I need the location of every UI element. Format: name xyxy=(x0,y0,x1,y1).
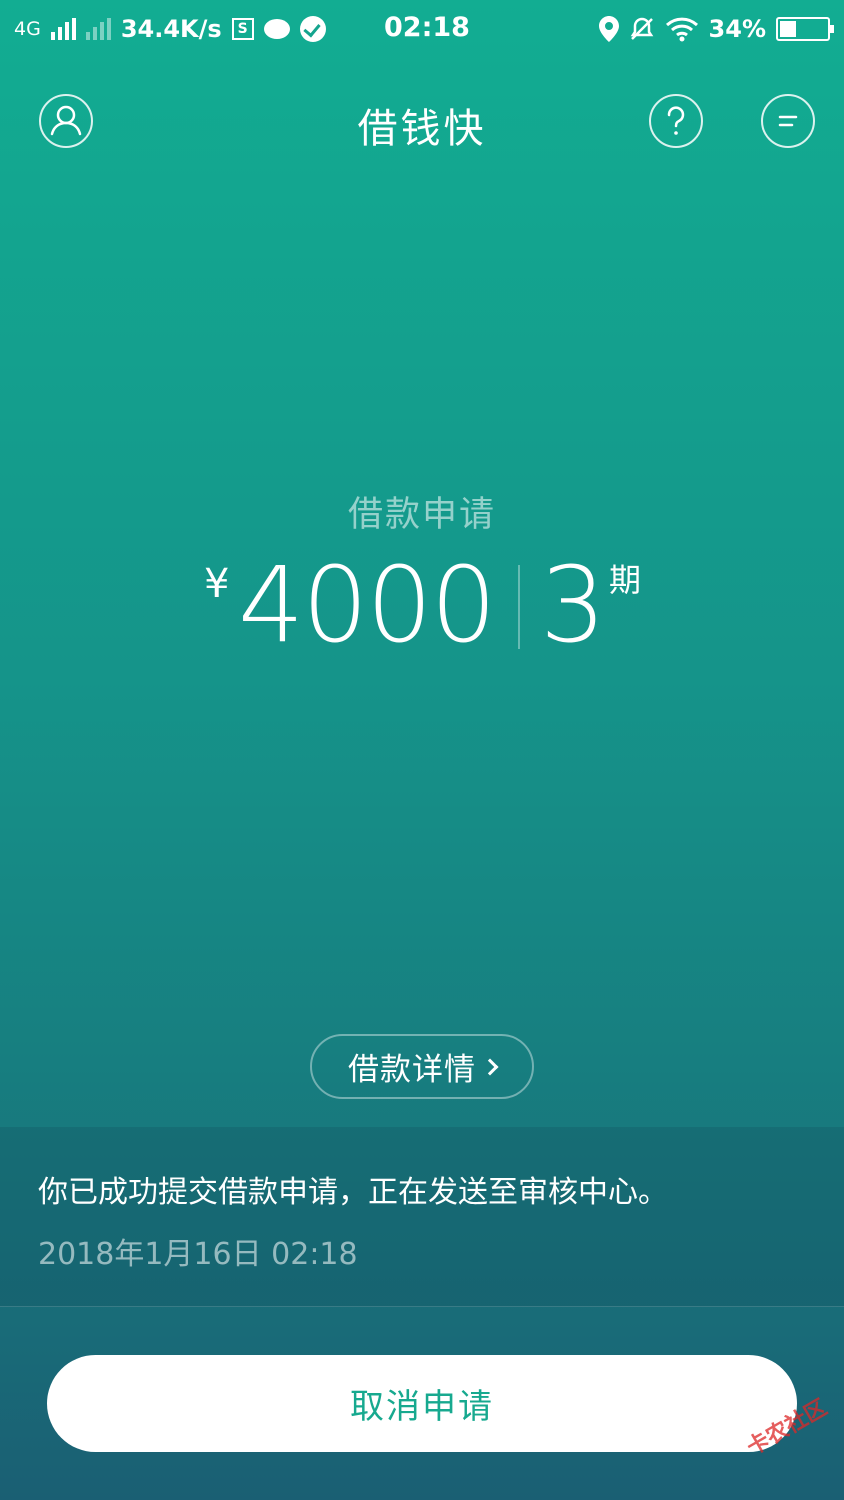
question-icon xyxy=(667,106,685,135)
status-info-panel: 你已成功提交借款申请，正在发送至审核中心。 2018年1月16日 02:18 xyxy=(0,1127,844,1307)
help-button[interactable] xyxy=(649,94,703,148)
page-title: 借钱快 xyxy=(357,106,487,152)
loan-details-button[interactable]: 借款详情 xyxy=(310,1034,534,1099)
status-message: 你已成功提交借款申请，正在发送至审核中心。 xyxy=(38,1175,668,1210)
chat-bubble-icon xyxy=(263,19,290,39)
battery-fill xyxy=(780,21,796,37)
battery-percent: 34% xyxy=(708,15,766,43)
loan-term: 3 xyxy=(540,544,607,666)
loan-apply-label: 借款申请 xyxy=(347,495,496,535)
status-time: 02:18 xyxy=(384,12,470,43)
loan-amount: 4000 xyxy=(238,544,497,666)
check-circle-icon xyxy=(299,16,326,42)
s-app-icon: S xyxy=(231,18,254,40)
status-timestamp: 2018年1月16日 02:18 xyxy=(38,1237,358,1272)
status-bar: 4G 34.4K/s S 02:18 34% xyxy=(0,0,844,58)
network-type: 4G xyxy=(14,18,41,40)
amount-term-divider xyxy=(518,565,520,649)
loan-details-label: 借款详情 xyxy=(348,1052,476,1088)
bell-muted-icon xyxy=(630,17,653,40)
status-left: 4G 34.4K/s S xyxy=(14,15,599,43)
wifi-icon xyxy=(665,17,698,42)
status-right: 34% xyxy=(598,15,834,43)
loan-term-unit: 期 xyxy=(609,561,642,599)
battery-icon xyxy=(776,17,834,41)
chevron-right-icon xyxy=(481,1058,499,1075)
signal-icon xyxy=(50,18,76,40)
network-speed: 34.4K/s xyxy=(120,15,222,43)
message-button[interactable] xyxy=(761,94,815,148)
location-pin-icon xyxy=(598,16,619,42)
currency-symbol: ¥ xyxy=(204,561,230,607)
message-icon xyxy=(778,115,798,127)
app-header: 借钱快 xyxy=(0,78,844,164)
cancel-application-button[interactable]: 取消申请 xyxy=(47,1355,797,1452)
signal-icon-secondary xyxy=(85,18,111,40)
loan-amount-row: ¥ 4000 3 期 xyxy=(0,545,844,665)
